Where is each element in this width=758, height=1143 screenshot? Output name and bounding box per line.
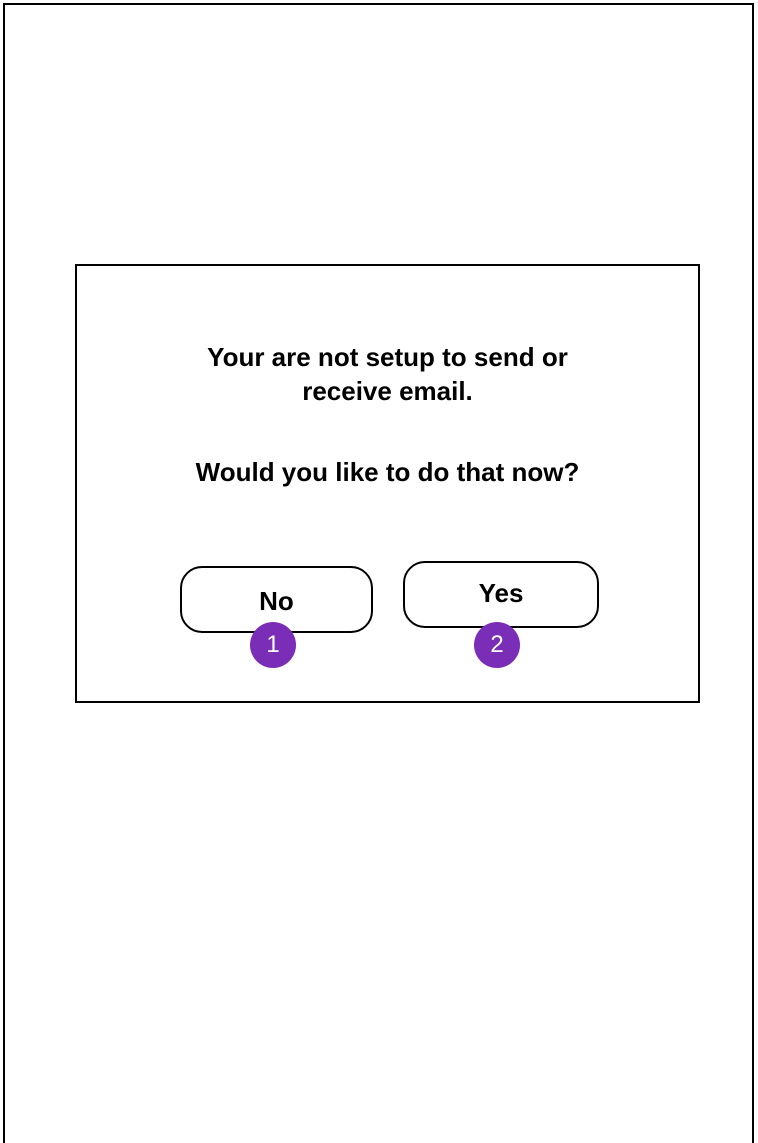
annotation-marker-2: 2 xyxy=(474,622,520,668)
annotation-marker-1: 1 xyxy=(250,622,296,668)
no-button-label: No xyxy=(259,585,294,616)
dialog-message-line-2: receive email. xyxy=(302,376,473,406)
email-setup-dialog: Your are not setup to send or receive em… xyxy=(75,264,700,703)
yes-button[interactable]: Yes xyxy=(403,561,599,628)
yes-button-label: Yes xyxy=(478,578,524,608)
dialog-question: Would you like to do that now? xyxy=(195,457,580,487)
dialog-message-line-1: Your are not setup to send or xyxy=(207,342,568,372)
